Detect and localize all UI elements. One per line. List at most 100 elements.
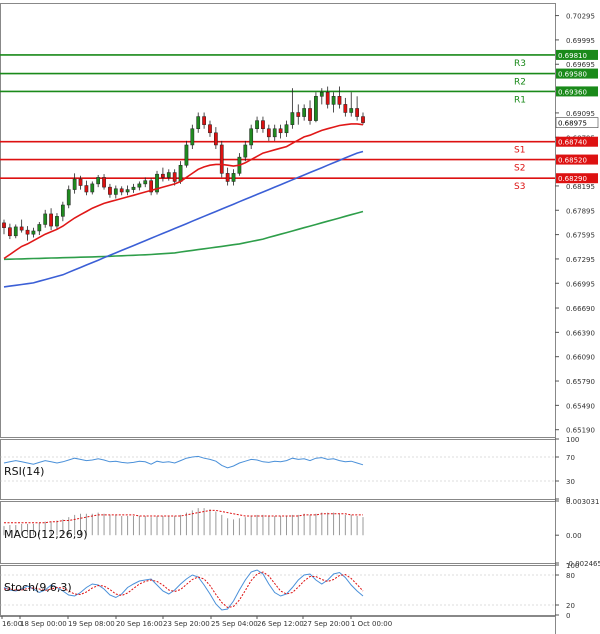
- candle-body: [78, 178, 83, 186]
- candle-body: [125, 189, 130, 193]
- price-tick-label: 0.66090: [566, 354, 595, 362]
- rsi-tick-label: 30: [566, 478, 575, 486]
- candle-body: [214, 132, 218, 146]
- time-tick-label: 20 Sep 16:00: [116, 620, 163, 628]
- rsi-frame: [0, 439, 556, 500]
- candle-body: [8, 227, 12, 237]
- candle-body: [37, 224, 42, 232]
- candle-body: [25, 229, 30, 235]
- price-tick-label: 0.69995: [566, 37, 595, 45]
- candle-body: [272, 128, 277, 138]
- level-name-r3: R3: [514, 59, 526, 69]
- candle-body: [208, 124, 212, 134]
- price-tick-label: 0.66995: [566, 280, 595, 288]
- level-price-label: 0.69360: [558, 88, 587, 96]
- candle-body: [266, 128, 271, 138]
- price-tick-label: 0.67595: [566, 232, 595, 240]
- macd-label: MACD(12,26,9): [4, 528, 88, 541]
- price-tick-label: 0.68195: [566, 183, 595, 191]
- candle-body: [137, 183, 142, 188]
- candle-body: [2, 222, 6, 228]
- price-tick-label: 0.65190: [566, 427, 595, 435]
- time-tick-label: 1 Oct 00:00: [351, 620, 392, 628]
- level-price-label: 0.68290: [558, 175, 587, 183]
- candle-body: [166, 172, 171, 178]
- rsi-tick-label: 100: [566, 436, 579, 444]
- candle-body: [172, 172, 177, 182]
- level-price-label: 0.69810: [558, 52, 587, 60]
- stoch-panel: 100 80 20 0 Stoch(9,6,3): [0, 562, 579, 620]
- level-name-s2: S2: [514, 164, 525, 174]
- main-frame: [0, 3, 556, 438]
- candle-body: [225, 173, 230, 182]
- price-chart: 0.702950.699950.696950.690950.687950.681…: [0, 3, 600, 634]
- candle-body: [161, 173, 165, 178]
- candle-body: [84, 185, 89, 193]
- stoch-tick-label: 100: [566, 562, 579, 570]
- current-price-label: 0.68975: [558, 120, 587, 128]
- candle-body: [255, 120, 259, 129]
- candle-body: [31, 230, 36, 235]
- stoch-frame: [0, 565, 556, 616]
- level-name-s3: S3: [514, 182, 525, 192]
- level-price-label: 0.69580: [558, 71, 587, 79]
- stoch-label: Stoch(9,6,3): [4, 581, 72, 594]
- candle-body: [325, 91, 330, 105]
- level-price-label: 0.68740: [558, 139, 587, 147]
- time-tick-label: 23 Sep 20:00: [163, 620, 210, 628]
- candle-body: [202, 116, 206, 125]
- stoch-tick-label: 0: [566, 612, 570, 620]
- macd-panel: 0.0030310.00-0.002465MACD(12,26,9): [0, 498, 600, 568]
- candle-body: [296, 112, 301, 117]
- candle-body: [331, 96, 336, 105]
- macd-tick-label: 0.00: [566, 532, 582, 540]
- candle-body: [108, 186, 112, 195]
- macd-tick-label: 0.003031: [566, 498, 599, 506]
- candle-body: [337, 96, 342, 105]
- candle-body: [249, 128, 254, 146]
- rsi-tick-label: 70: [566, 454, 575, 462]
- price-tick-label: 0.67895: [566, 207, 595, 215]
- price-tick-label: 0.69095: [566, 110, 595, 118]
- candle-body: [131, 186, 136, 190]
- candle-body: [90, 183, 95, 193]
- level-price-label: 0.68520: [558, 157, 587, 165]
- time-tick-label: 19 Sep 08:00: [68, 620, 115, 628]
- candle-body: [278, 128, 283, 134]
- candle-body: [178, 164, 183, 182]
- candle-body: [284, 124, 289, 134]
- candle-body: [355, 108, 359, 117]
- candle-body: [143, 180, 148, 185]
- level-name-s1: S1: [514, 146, 525, 156]
- candle-body: [102, 177, 106, 188]
- candle-body: [72, 178, 77, 190]
- candle-body: [308, 108, 312, 121]
- price-tick-label: 0.66390: [566, 329, 595, 337]
- time-tick-label: 18 Sep 00:00: [20, 620, 67, 628]
- level-name-r2: R2: [514, 78, 526, 88]
- candle-body: [219, 144, 224, 174]
- candle-body: [55, 216, 59, 227]
- candle-body: [343, 104, 348, 113]
- time-tick-label: 26 Sep 12:00: [257, 620, 304, 628]
- time-tick-label: 25 Sep 04:00: [211, 620, 258, 628]
- candle-body: [19, 226, 24, 231]
- candle-body: [43, 213, 48, 225]
- candle-body: [96, 177, 101, 185]
- candle-body: [319, 91, 324, 97]
- candle-body: [349, 108, 354, 113]
- candle-body: [60, 204, 65, 217]
- time-tick-label: 27 Sep 20:00: [303, 620, 350, 628]
- candle-body: [190, 128, 195, 146]
- stoch-tick-label: 20: [566, 602, 575, 610]
- candle-body: [290, 112, 295, 125]
- stoch-tick-label: 80: [566, 572, 575, 580]
- candle-body: [113, 188, 118, 195]
- level-name-r1: R1: [514, 95, 526, 105]
- candle-body: [66, 189, 71, 206]
- price-tick-label: 0.66690: [566, 305, 595, 313]
- candle-body: [13, 226, 18, 237]
- candle-body: [243, 144, 248, 158]
- candle-body: [49, 213, 53, 227]
- price-tick-label: 0.69695: [566, 61, 595, 69]
